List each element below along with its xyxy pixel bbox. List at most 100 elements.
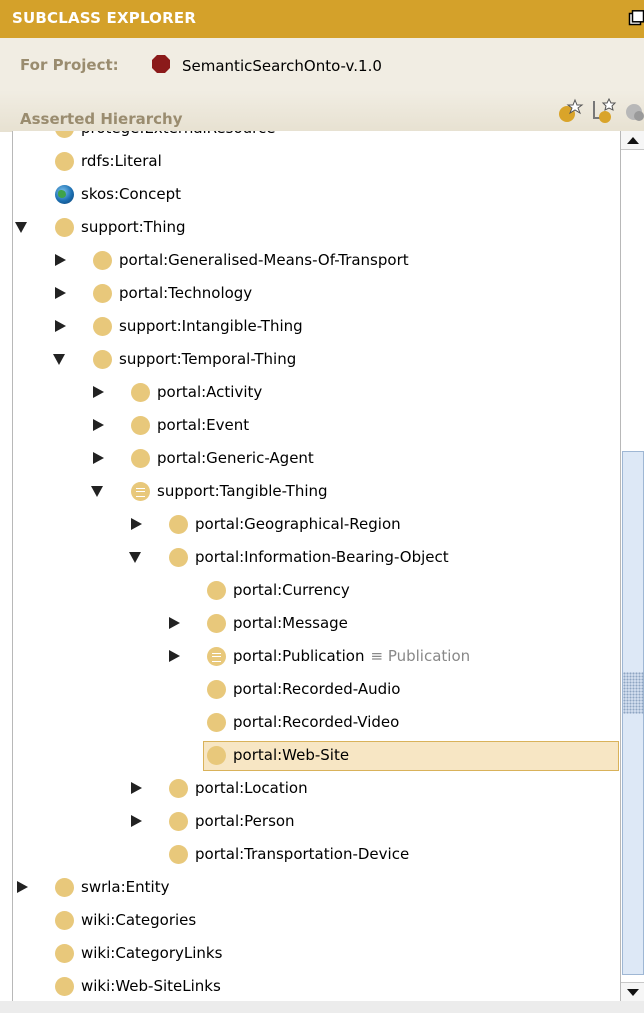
tree-item-label: wiki:CategoryLinks (81, 938, 222, 968)
class-name: portal:Transportation-Device (195, 845, 410, 863)
tree-row[interactable]: portal:Message (13, 608, 621, 638)
expanded-arrow-icon[interactable] (53, 354, 65, 365)
collapsed-arrow-icon[interactable] (131, 518, 142, 530)
tree-row[interactable]: portal:Location (13, 773, 621, 803)
class-name: support:Tangible-Thing (157, 482, 328, 500)
vertical-scrollbar[interactable] (620, 131, 644, 1001)
scroll-down-button[interactable] (621, 982, 644, 1001)
tree-item-label: portal:Activity (157, 377, 262, 407)
tree-row[interactable]: portal:Generic-Agent (13, 443, 621, 473)
collapsed-arrow-icon[interactable] (131, 782, 142, 794)
class-name: portal:Generic-Agent (157, 449, 314, 467)
class-name: rdfs:Literal (81, 152, 162, 170)
tree-row[interactable]: support:Temporal-Thing (13, 344, 621, 374)
collapsed-arrow-icon[interactable] (169, 650, 180, 662)
tree-row[interactable]: portal:Publication ≡ Publication (13, 641, 621, 671)
tree-item-label: portal:Technology (119, 278, 252, 308)
defined-class-icon (207, 647, 226, 666)
expanded-arrow-icon[interactable] (129, 552, 141, 563)
scrollbar-thumb[interactable] (622, 451, 644, 975)
collapsed-arrow-icon[interactable] (93, 419, 104, 431)
create-sibling-class-icon[interactable] (590, 98, 618, 124)
scroll-up-button[interactable] (621, 131, 644, 150)
class-name: portal:Recorded-Video (233, 713, 400, 731)
tree-row[interactable]: portal:Recorded-Video (13, 707, 621, 737)
class-icon (169, 548, 188, 567)
class-icon (93, 251, 112, 270)
tree-row[interactable]: portal:Activity (13, 377, 621, 407)
class-name: wiki:Web-SiteLinks (81, 977, 221, 995)
tree-item-label: support:Temporal-Thing (119, 344, 296, 374)
class-name: skos:Concept (81, 185, 182, 203)
tree-item-label: support:Thing (81, 212, 186, 242)
collapsed-arrow-icon[interactable] (93, 452, 104, 464)
tree-row[interactable]: wiki:Web-SiteLinks (13, 971, 621, 1001)
tree-row[interactable]: wiki:CategoryLinks (13, 938, 621, 968)
class-icon (93, 317, 112, 336)
hierarchy-label: Asserted Hierarchy (20, 110, 183, 128)
class-name: wiki:Categories (81, 911, 197, 929)
tree-row[interactable]: portal:Geographical-Region (13, 509, 621, 539)
tree-row[interactable]: wiki:Categories (13, 905, 621, 935)
delete-class-icon[interactable] (624, 98, 644, 124)
tree-row[interactable]: skos:Concept (13, 179, 621, 209)
class-icon (207, 746, 226, 765)
tree-item-label: wiki:Web-SiteLinks (81, 971, 221, 1001)
expanded-arrow-icon[interactable] (15, 222, 27, 233)
class-icon (131, 449, 150, 468)
collapsed-arrow-icon[interactable] (93, 386, 104, 398)
collapsed-arrow-icon[interactable] (17, 881, 28, 893)
class-name: protege:ExternalResource (81, 131, 275, 137)
collapsed-arrow-icon[interactable] (55, 287, 66, 299)
collapsed-arrow-icon[interactable] (131, 815, 142, 827)
class-icon (131, 416, 150, 435)
class-icon (169, 812, 188, 831)
tree-row[interactable]: portal:Person (13, 806, 621, 836)
class-name: swrla:Entity (81, 878, 170, 896)
tree-row[interactable]: portal:Technology (13, 278, 621, 308)
tree-item-label: portal:Generic-Agent (157, 443, 314, 473)
tree-row[interactable]: swrla:Entity (13, 872, 621, 902)
class-icon (93, 284, 112, 303)
class-icon (169, 845, 188, 864)
tree-row[interactable]: portal:Event (13, 410, 621, 440)
class-name: portal:Generalised-Means-Of-Transport (119, 251, 409, 269)
tree-item-label: portal:Publication ≡ Publication (233, 641, 470, 671)
tree-item-label: wiki:Categories (81, 905, 196, 935)
tree-row[interactable]: support:Tangible-Thing (13, 476, 621, 506)
collapsed-arrow-icon[interactable] (55, 320, 66, 332)
class-icon (55, 944, 74, 963)
class-name: portal:Activity (157, 383, 263, 401)
create-subclass-icon[interactable] (556, 98, 584, 124)
project-icon (152, 55, 170, 73)
tree-row[interactable]: portal:Information-Bearing-Object (13, 542, 621, 572)
panel-title: SUBCLASS EXPLORER (12, 9, 197, 27)
class-icon (207, 581, 226, 600)
tree-row[interactable]: support:Thing (13, 212, 621, 242)
tree-item-label: swrla:Entity (81, 872, 169, 902)
class-name: portal:Currency (233, 581, 350, 599)
tree-row[interactable]: portal:Recorded-Audio (13, 674, 621, 704)
expanded-arrow-icon[interactable] (91, 486, 103, 497)
tree-row[interactable]: portal:Transportation-Device (13, 839, 621, 869)
scrollbar-grip (623, 672, 644, 714)
tree-row[interactable]: protege:ExternalResource (13, 131, 621, 143)
tree-row[interactable]: rdfs:Literal (13, 146, 621, 176)
tree-row[interactable]: support:Intangible-Thing (13, 311, 621, 341)
tree-row[interactable]: portal:Currency (13, 575, 621, 605)
class-name: portal:Information-Bearing-Object (195, 548, 449, 566)
collapsed-arrow-icon[interactable] (169, 617, 180, 629)
class-icon (55, 977, 74, 996)
maximize-window-icon[interactable] (628, 10, 644, 26)
project-label: For Project: (20, 56, 119, 74)
tree-row[interactable]: portal:Web-Site (13, 740, 621, 771)
panel-bottom-edge (0, 1001, 644, 1013)
class-tree[interactable]: protege:ExternalResource rdfs:Literal skos… (12, 131, 621, 1001)
tree-item-label: portal:Geographical-Region (195, 509, 401, 539)
collapsed-arrow-icon[interactable] (55, 254, 66, 266)
class-icon (169, 515, 188, 534)
tree-item-label: support:Intangible-Thing (119, 311, 303, 341)
tree-item-label: skos:Concept (81, 179, 181, 209)
tree-row[interactable]: portal:Generalised-Means-Of-Transport (13, 245, 621, 275)
class-icon (55, 911, 74, 930)
